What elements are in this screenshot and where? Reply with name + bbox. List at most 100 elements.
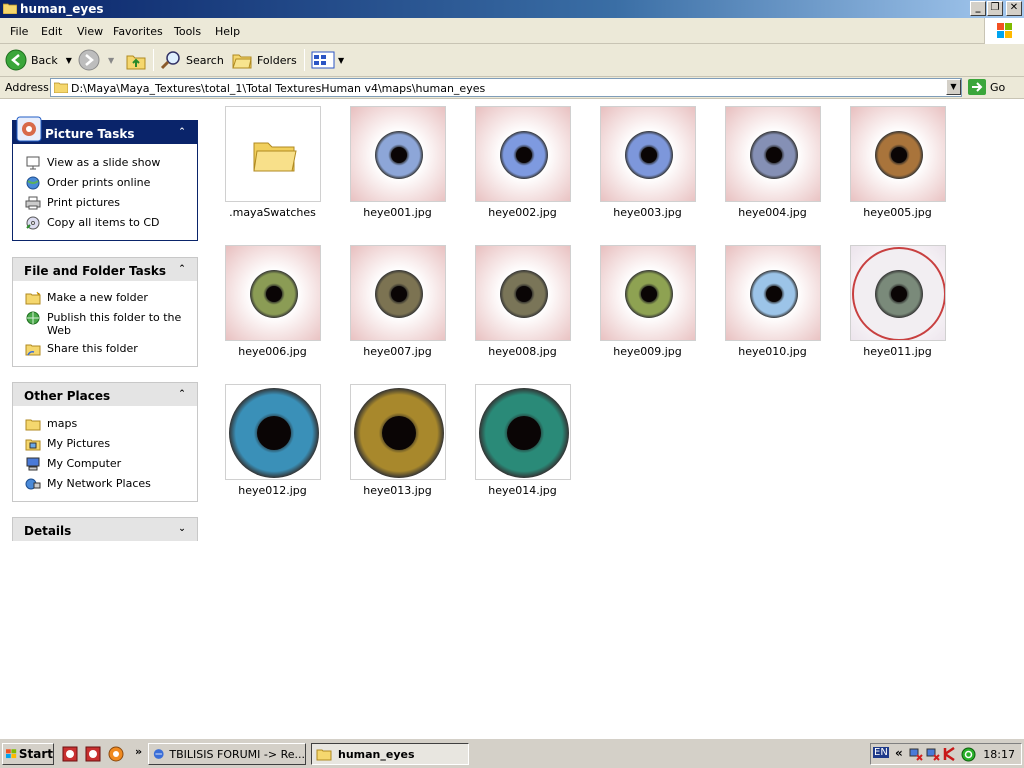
title-bar[interactable]: human_eyes _ ❐ ✕	[0, 0, 1024, 18]
share-folder-icon	[25, 344, 41, 356]
place-maps[interactable]: maps	[13, 417, 197, 431]
image-thumbnail[interactable]: heye010.jpg	[710, 239, 835, 369]
network-icon	[25, 478, 41, 490]
folders-button[interactable]: Folders	[231, 49, 297, 71]
image-thumbnail[interactable]: heye003.jpg	[585, 100, 710, 230]
place-my-computer[interactable]: My Computer	[13, 457, 197, 471]
eye-texture-icon	[726, 107, 820, 201]
collapse-chevron-icon[interactable]: ⌃	[175, 125, 189, 139]
thumbnail-frame	[350, 106, 446, 202]
image-thumbnail[interactable]: heye011.jpg	[835, 239, 960, 369]
eye-texture-icon	[726, 246, 820, 340]
expand-chevron-icon[interactable]: ⌄	[175, 522, 189, 536]
thumbnail-frame	[850, 245, 946, 341]
details-header[interactable]: Details ⌄	[13, 518, 197, 541]
views-dropdown-icon[interactable]: ▼	[338, 56, 344, 65]
taskbar-item-human-eyes[interactable]: human_eyes	[311, 743, 469, 765]
collapse-chevron-icon[interactable]: ⌃	[175, 387, 189, 401]
picture-tasks-icon	[16, 116, 42, 142]
task-publish-web[interactable]: Publish this folder to the Web	[13, 311, 197, 337]
clock: 18:17	[983, 748, 1015, 761]
file-name-label: heye001.jpg	[363, 206, 432, 219]
go-button[interactable]: Go	[968, 79, 1005, 95]
task-copy-to-cd[interactable]: Copy all items to CD	[13, 216, 197, 230]
window-title: human_eyes	[20, 2, 104, 16]
file-name-label: heye010.jpg	[738, 345, 807, 358]
collapse-chevron-icon[interactable]: ⌃	[175, 262, 189, 276]
task-slide-show[interactable]: View as a slide show	[13, 156, 197, 170]
image-thumbnail[interactable]: heye005.jpg	[835, 100, 960, 230]
details-panel: Details ⌄	[12, 517, 198, 541]
quick-launch-media-icon[interactable]	[108, 746, 124, 762]
taskbar: Start » TBILISIS FORUMI -> Re... human_e…	[0, 738, 1024, 768]
folder-icon	[316, 749, 332, 760]
menu-help[interactable]: Help	[215, 25, 240, 38]
quick-launch-app-icon[interactable]	[85, 746, 101, 762]
status-green-icon[interactable]	[961, 747, 976, 762]
start-button[interactable]: Start	[2, 743, 54, 765]
file-name-label: heye014.jpg	[488, 484, 557, 497]
language-indicator[interactable]: EN	[873, 747, 889, 758]
antivirus-icon[interactable]	[943, 747, 957, 761]
task-order-prints[interactable]: Order prints online	[13, 176, 197, 190]
folder-icon	[3, 3, 17, 14]
slideshow-icon	[26, 156, 40, 170]
minimize-button[interactable]: _	[970, 1, 986, 16]
eye-texture-icon	[476, 246, 570, 340]
quick-launch-app-icon[interactable]	[62, 746, 78, 762]
taskbar-item-forum[interactable]: TBILISIS FORUMI -> Re...	[148, 743, 306, 765]
quick-launch-more-icon[interactable]: »	[135, 745, 142, 758]
image-thumbnail[interactable]: heye004.jpg	[710, 100, 835, 230]
thumbnail-frame	[600, 245, 696, 341]
image-thumbnail[interactable]: heye013.jpg	[335, 378, 460, 508]
file-name-label: heye005.jpg	[863, 206, 932, 219]
menu-file[interactable]: File	[10, 25, 28, 38]
image-thumbnail[interactable]: heye014.jpg	[460, 378, 585, 508]
menu-favorites[interactable]: Favorites	[113, 25, 163, 38]
up-folder-button[interactable]	[125, 49, 147, 71]
address-dropdown-button[interactable]: ▼	[946, 79, 961, 95]
folder-thumbnail[interactable]: .mayaSwatches	[210, 100, 335, 230]
forward-button[interactable]: ▼	[78, 49, 114, 71]
network-disconnected-icon[interactable]	[926, 747, 940, 761]
back-button[interactable]: Back ▼	[5, 49, 72, 71]
windows-logo-icon	[6, 749, 17, 759]
image-thumbnail[interactable]: heye012.jpg	[210, 378, 335, 508]
new-folder-icon	[25, 291, 41, 305]
cd-icon	[26, 216, 40, 230]
file-name-label: heye011.jpg	[863, 345, 932, 358]
image-thumbnail[interactable]: heye002.jpg	[460, 100, 585, 230]
close-button[interactable]: ✕	[1006, 1, 1022, 16]
file-folder-tasks-header[interactable]: File and Folder Tasks ⌃	[13, 258, 197, 281]
windows-logo-icon	[984, 18, 1024, 44]
views-button[interactable]: ▼	[311, 49, 344, 71]
eye-texture-icon	[851, 107, 945, 201]
task-share-folder[interactable]: Share this folder	[13, 342, 197, 356]
menu-tools[interactable]: Tools	[174, 25, 201, 38]
thumbnail-frame	[850, 106, 946, 202]
file-name-label: .mayaSwatches	[229, 206, 316, 219]
place-my-pictures[interactable]: My Pictures	[13, 437, 197, 451]
file-name-label: heye002.jpg	[488, 206, 557, 219]
place-my-network[interactable]: My Network Places	[13, 477, 197, 490]
back-dropdown-icon[interactable]: ▼	[66, 56, 72, 65]
image-thumbnail[interactable]: heye001.jpg	[335, 100, 460, 230]
other-places-header[interactable]: Other Places ⌃	[13, 383, 197, 406]
address-input[interactable]: D:\Maya\Maya_Textures\total_1\Total Text…	[50, 78, 962, 97]
task-print-pictures[interactable]: Print pictures	[13, 196, 197, 210]
search-button[interactable]: Search	[160, 49, 224, 71]
picture-tasks-header[interactable]: Picture Tasks ⌃	[13, 116, 197, 144]
thumbnail-frame	[225, 245, 321, 341]
menu-edit[interactable]: Edit	[41, 25, 62, 38]
image-thumbnail[interactable]: heye006.jpg	[210, 239, 335, 369]
thumbnail-frame	[725, 106, 821, 202]
restore-button[interactable]: ❐	[987, 1, 1003, 16]
tray-expand-icon[interactable]: «	[895, 746, 903, 760]
network-disconnected-icon[interactable]	[909, 747, 923, 761]
forward-dropdown-icon[interactable]: ▼	[108, 56, 114, 65]
task-new-folder[interactable]: Make a new folder	[13, 291, 197, 305]
image-thumbnail[interactable]: heye009.jpg	[585, 239, 710, 369]
menu-view[interactable]: View	[77, 25, 103, 38]
image-thumbnail[interactable]: heye007.jpg	[335, 239, 460, 369]
image-thumbnail[interactable]: heye008.jpg	[460, 239, 585, 369]
